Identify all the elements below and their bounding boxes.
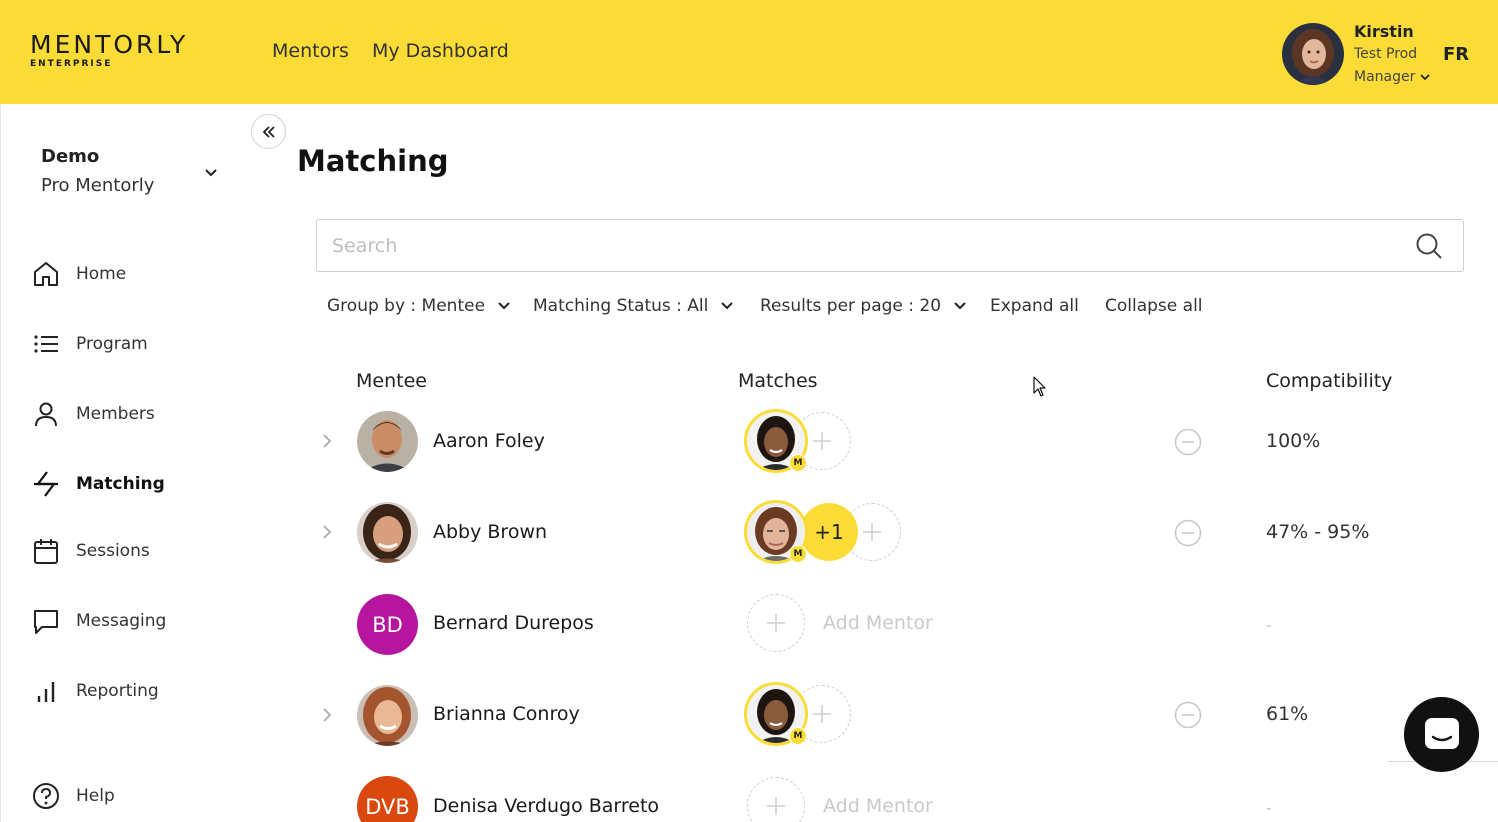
logo-subtitle: ENTERPRISE <box>30 59 113 69</box>
sidebar-item-home[interactable]: Home <box>30 254 250 294</box>
remove-match-icon[interactable] <box>1174 519 1202 547</box>
collapse-all-button[interactable]: Collapse all <box>1105 296 1203 316</box>
home-icon <box>30 258 62 290</box>
top-header: MENTORLY ENTERPRISE Mentors My Dashboard… <box>0 0 1498 104</box>
mentee-initials-avatar: BD <box>357 594 418 655</box>
sidebar-item-label: Reporting <box>76 681 159 701</box>
logo-wordmark: MENTORLY <box>30 30 189 59</box>
add-mentor-link[interactable]: Add Mentor <box>823 612 933 634</box>
nav-mentors-link[interactable]: Mentors <box>272 40 349 62</box>
mouse-cursor-icon <box>1033 376 1046 397</box>
column-header-mentee: Mentee <box>356 370 427 392</box>
search-box <box>316 219 1464 272</box>
chat-icon <box>1424 717 1459 749</box>
user-menu-toggle[interactable]: Manager <box>1354 69 1431 85</box>
sidebar-item-help[interactable]: Help <box>30 776 250 816</box>
group-by-label: Group by : Mentee <box>327 296 486 316</box>
chevron-down-icon <box>498 302 510 310</box>
sidebar-item-matching[interactable]: Matching <box>30 464 250 504</box>
sidebar-item-members[interactable]: Members <box>30 394 250 434</box>
mentee-avatar <box>357 685 418 746</box>
nav-dashboard-link[interactable]: My Dashboard <box>372 40 509 62</box>
compatibility-value: 100% <box>1266 430 1321 452</box>
user-role-line1: Test Prod <box>1354 46 1418 62</box>
compatibility-value: 61% <box>1266 703 1309 725</box>
plus-icon <box>767 797 785 815</box>
plus-icon <box>813 705 831 723</box>
chevron-down-icon <box>954 302 966 310</box>
chevron-down-icon <box>1420 74 1431 81</box>
group-by-dropdown[interactable]: Group by : Mentee <box>327 296 511 316</box>
plus-icon <box>767 614 785 632</box>
bar-chart-icon <box>30 675 62 707</box>
mentee-avatar <box>357 502 418 563</box>
matching-status-dropdown[interactable]: Matching Status : All <box>533 296 734 316</box>
user-name: Kirstin <box>1354 22 1414 41</box>
mentor-badge-icon: M <box>789 545 807 563</box>
mentorly-logo[interactable]: MENTORLY ENTERPRISE <box>30 30 189 70</box>
sidebar-item-label: Home <box>76 264 127 284</box>
page-title: Matching <box>297 144 449 178</box>
remove-match-icon[interactable] <box>1174 428 1202 456</box>
sidebar-item-reporting[interactable]: Reporting <box>30 671 250 711</box>
matching-arrows-icon <box>30 468 62 500</box>
sidebar-item-label: Matching <box>76 474 165 494</box>
sidebar-border <box>0 104 1 822</box>
program-selector[interactable]: Demo Pro Mentorly <box>41 146 231 196</box>
sidebar-item-label: Sessions <box>76 541 150 561</box>
chevron-right-icon[interactable] <box>318 706 336 724</box>
help-icon <box>30 780 62 812</box>
sidebar-item-messaging[interactable]: Messaging <box>30 601 250 641</box>
sidebar-item-label: Messaging <box>76 611 167 631</box>
remove-match-icon[interactable] <box>1174 701 1202 729</box>
add-mentor-button[interactable] <box>747 594 805 652</box>
chevron-right-icon[interactable] <box>318 432 336 450</box>
mentee-name[interactable]: Abby Brown <box>433 521 547 543</box>
results-per-page-label: Results per page : 20 <box>760 296 942 316</box>
mentee-initials-avatar: DVB <box>357 776 418 822</box>
search-icon[interactable] <box>1415 232 1443 264</box>
sidebar-item-label: Help <box>76 786 115 806</box>
column-header-matches: Matches <box>738 370 818 392</box>
sidebar-item-program[interactable]: Program <box>30 324 250 364</box>
chat-bubble-icon <box>30 605 62 637</box>
language-toggle[interactable]: FR <box>1443 44 1469 65</box>
search-input[interactable] <box>332 232 1392 260</box>
list-icon <box>30 328 62 360</box>
matching-status-label: Matching Status : All <box>533 296 709 316</box>
add-mentor-button[interactable] <box>747 777 805 822</box>
expand-all-button[interactable]: Expand all <box>990 296 1079 316</box>
mentee-name[interactable]: Aaron Foley <box>433 430 545 452</box>
mentee-name[interactable]: Bernard Durepos <box>433 612 594 634</box>
person-icon <box>30 398 62 430</box>
collapse-sidebar-button[interactable] <box>251 114 286 149</box>
compatibility-value: 47% - 95% <box>1266 521 1370 543</box>
sidebar-item-label: Program <box>76 334 148 354</box>
mentee-name[interactable]: Denisa Verdugo Barreto <box>433 795 659 817</box>
sidebar-item-label: Members <box>76 404 155 424</box>
double-chevron-left-icon <box>262 125 275 138</box>
mentor-badge-icon: M <box>789 454 807 472</box>
compatibility-value: - <box>1266 616 1272 634</box>
user-role-line2: Manager <box>1354 69 1416 85</box>
sidebar-item-sessions[interactable]: Sessions <box>30 531 250 571</box>
chevron-down-icon <box>205 169 217 177</box>
more-matches-count[interactable]: +1 <box>800 503 858 561</box>
compatibility-value: - <box>1266 799 1272 817</box>
mentee-name[interactable]: Brianna Conroy <box>433 703 580 725</box>
chevron-right-icon[interactable] <box>318 523 336 541</box>
plus-icon <box>863 523 881 541</box>
mentor-badge-icon: M <box>789 727 807 745</box>
chevron-down-icon <box>721 302 734 310</box>
plus-icon <box>813 432 831 450</box>
calendar-icon <box>30 535 62 567</box>
results-per-page-dropdown[interactable]: Results per page : 20 <box>760 296 967 316</box>
mentee-avatar <box>357 411 418 472</box>
chat-launcher-button[interactable] <box>1404 697 1479 772</box>
column-header-compatibility: Compatibility <box>1266 370 1393 392</box>
user-avatar[interactable] <box>1282 23 1344 85</box>
add-mentor-link[interactable]: Add Mentor <box>823 795 933 817</box>
